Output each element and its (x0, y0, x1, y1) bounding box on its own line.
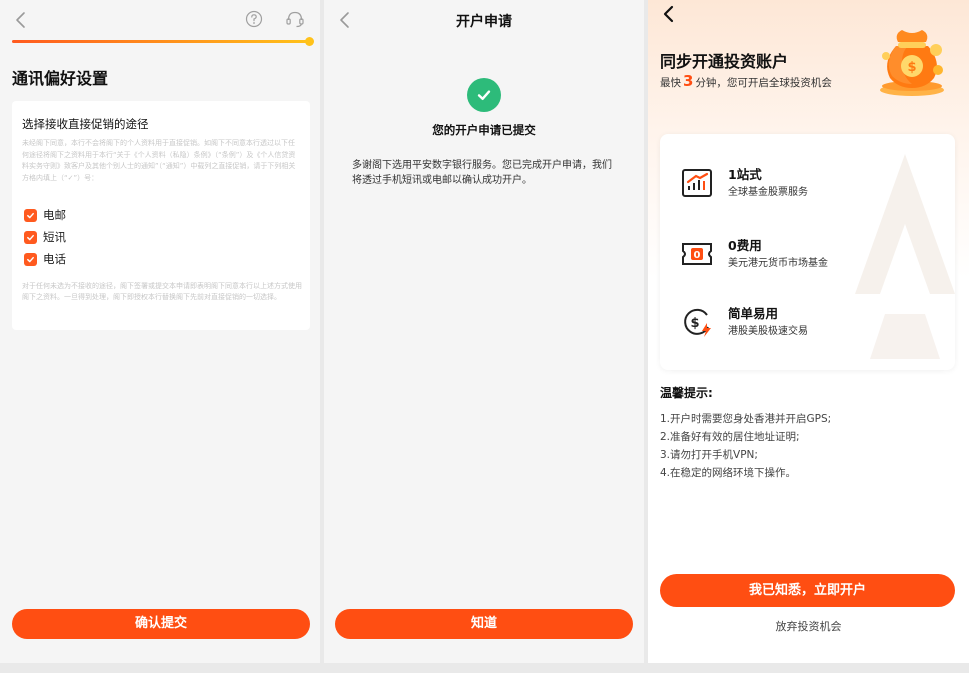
checkbox-checked-icon[interactable] (24, 252, 37, 266)
tip-item: 1.开户时需要您身处香港并开启GPS; (660, 413, 832, 425)
preference-card: 选择接收直接促销的途径 未经阁下同意，本行不会将阁下的个人资料用于直接促销。如阁… (12, 101, 310, 330)
nav-title: 开户申请 (456, 14, 512, 30)
screens-row: 通讯偏好设置 选择接收直接促销的途径 未经阁下同意，本行不会将阁下的个人资料用于… (0, 0, 969, 673)
submit-button[interactable]: 确认提交 (12, 609, 310, 639)
feature-item: 1站式 全球基金股票服务 (680, 164, 940, 204)
back-button[interactable] (10, 8, 32, 32)
status-heading: 您的开户申请已提交 (432, 123, 536, 137)
tip-item: 4.在稳定的网络环境下操作。 (660, 467, 797, 479)
chart-icon (682, 169, 712, 197)
ok-button[interactable]: 知道 (335, 609, 633, 639)
tip-item: 2.准备好有效的居住地址证明; (660, 431, 800, 443)
progress-bar (12, 37, 314, 46)
help-icon[interactable] (245, 10, 263, 28)
subtitle-prefix: 最快 (660, 77, 681, 89)
status-body-text: 多谢阁下选用平安数字银行服务。您已完成开户申请，我们将透过手机短讯或电邮以确认成… (352, 160, 612, 186)
tips-title: 温馨提示: (660, 386, 713, 400)
subtitle-suffix: 分钟，您可开启全球投资机会 (695, 77, 832, 89)
feature-title: 0费用 (728, 238, 762, 253)
top-bar: 开户申请 (324, 0, 644, 40)
feature-title: 1站式 (728, 167, 762, 182)
feature-item: $ 简单易用 港股美股极速交易 (680, 303, 940, 343)
feature-item: 0 0费用 美元港元货币市场基金 (680, 235, 940, 275)
feature-desc: 全球基金股票服务 (728, 187, 808, 198)
feature-card: 1站式 全球基金股票服务 0 0费用 美元港元货币市场基金 $ 简单易用 港股美… (660, 134, 955, 370)
page-title: 同步开通投资账户 (660, 52, 789, 71)
option-sms[interactable]: 短讯 (24, 229, 66, 245)
ticket-icon: 0 (682, 243, 712, 265)
back-chevron-icon (16, 12, 25, 28)
comm-preference-screen: 通讯偏好设置 选择接收直接促销的途径 未经阁下同意，本行不会将阁下的个人资料用于… (0, 0, 320, 663)
back-chevron-icon (663, 5, 674, 23)
tips-list: 1.开户时需要您身处香港并开启GPS; 2.准备好有效的居住地址证明; 3.请勿… (660, 410, 831, 482)
svg-text:$: $ (907, 60, 916, 75)
checkbox-checked-icon[interactable] (24, 208, 37, 222)
option-phone[interactable]: 电话 (24, 251, 66, 267)
card-heading: 选择接收直接促销的途径 (22, 117, 149, 131)
success-check-icon (467, 78, 501, 112)
application-submitted-screen: 开户申请 您的开户申请已提交 多谢阁下选用平安数字银行服务。您已完成开户申请，我… (324, 0, 644, 663)
option-email[interactable]: 电邮 (24, 207, 66, 223)
back-button[interactable] (658, 2, 680, 26)
customer-service-icon[interactable] (285, 10, 305, 28)
checkbox-checked-icon[interactable] (24, 230, 37, 244)
page-title: 通讯偏好设置 (12, 69, 109, 88)
open-account-button[interactable]: 我已知悉，立即开户 (660, 574, 955, 607)
option-label: 电邮 (43, 208, 66, 222)
feature-desc: 美元港元货币市场基金 (728, 258, 828, 269)
feature-desc: 港股美股极速交易 (728, 326, 808, 337)
give-up-link[interactable]: 放弃投资机会 (648, 618, 969, 634)
page-subtitle: 最快 3 分钟，您可开启全球投资机会 (660, 72, 832, 90)
progress-fill (12, 40, 310, 43)
investment-account-screen: 同步开通投资账户 最快 3 分钟，您可开启全球投资机会 $ 1站式 全球基金股票… (648, 0, 969, 663)
money-bag-icon: $ (880, 30, 944, 96)
top-bar (0, 0, 320, 40)
dollar-bolt-icon: $ (684, 308, 711, 337)
option-label: 短讯 (43, 230, 66, 244)
progress-indicator-dot (305, 37, 314, 46)
subtitle-highlight: 3 (683, 72, 694, 90)
option-label: 电话 (43, 252, 66, 266)
card-note: 对于任何未选为不接收的途径，阁下签署或提交本申请即表明阁下同意本行以上述方式使用… (22, 282, 302, 301)
feature-title: 简单易用 (728, 306, 779, 321)
svg-text:0: 0 (694, 250, 701, 261)
tip-item: 3.请勿打开手机VPN; (660, 449, 758, 461)
card-description: 未经阁下同意，本行不会将阁下的个人资料用于直接促销。如阁下不同意本行透过以下任何… (22, 139, 296, 182)
svg-text:$: $ (690, 316, 699, 331)
